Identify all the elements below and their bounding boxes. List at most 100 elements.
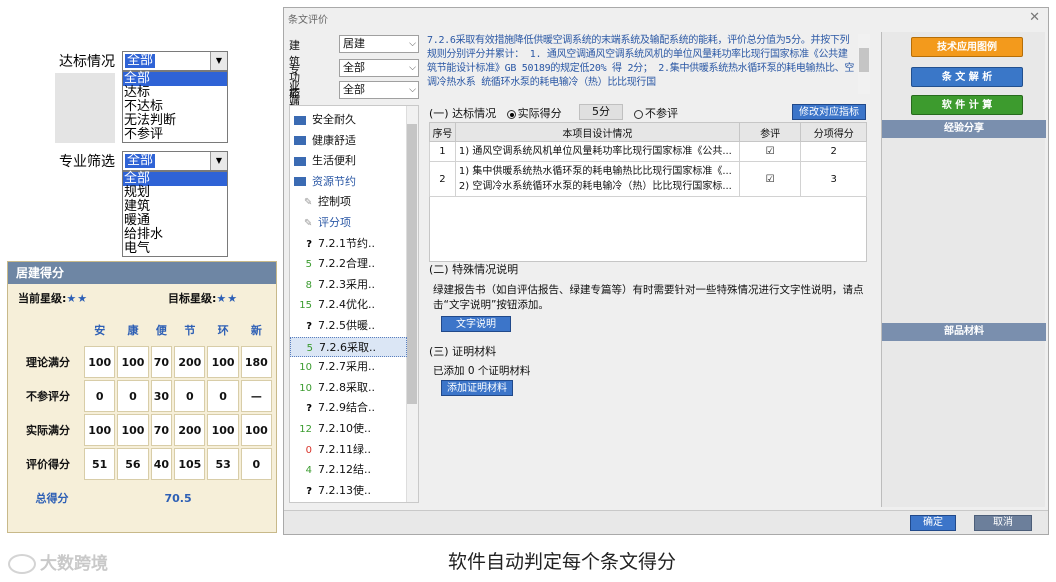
chevron-down-icon[interactable]: ▼ — [210, 52, 227, 70]
participate-checkbox[interactable]: ☑ — [766, 174, 775, 185]
tree-item[interactable]: ✎ 评分项 — [290, 213, 407, 233]
dropdown-option[interactable]: 全部 — [123, 72, 227, 86]
participate-cell: ☑ — [738, 141, 802, 162]
watermark: 大数跨境 — [8, 549, 108, 574]
row-header: 理论满分 — [22, 346, 83, 378]
cancel-button[interactable]: 取消 — [974, 515, 1032, 531]
column-header: 环 — [217, 324, 229, 337]
software-calc-button[interactable]: 软 件 计 算 — [911, 95, 1023, 115]
add-evidence-button[interactable]: 添加证明材料 — [441, 380, 513, 396]
score-cell: 0 — [174, 380, 206, 412]
tech-legend-button[interactable]: 技术应用图例 — [911, 37, 1023, 57]
clause-score: ? — [306, 485, 312, 497]
right-panel: 技术应用图例 条 文 解 析 软 件 计 算 经验分享 部品材料 — [881, 32, 1046, 507]
table-row[interactable]: 1 1) 通风空调系统风机单位风量耗功率比现行国家标准《公共... ☑ 2 — [429, 141, 867, 162]
dropdown-option[interactable]: 暖通 — [123, 214, 227, 228]
dropdown-option[interactable]: 给排水 — [123, 228, 227, 242]
clause-score: ? — [306, 238, 312, 250]
tree-item[interactable]: 0 7.2.11绿.. — [290, 440, 407, 460]
clause-label: 7.2.8采取.. — [318, 380, 375, 394]
tree-item[interactable]: 8 7.2.3采用.. — [290, 275, 407, 295]
building-function-select[interactable]: 居建 ⌵ — [339, 35, 419, 53]
score-cell: 0 — [207, 380, 239, 412]
profession-select[interactable]: 全部 ▼ — [122, 151, 228, 171]
clause-label: 7.2.6采取.. — [319, 340, 376, 354]
tree-item[interactable]: 12 7.2.10使.. — [290, 419, 407, 439]
table-row[interactable]: 2 1) 集中供暖系统热水循环泵的耗电输热比比现行国家标准《... 2) 空调冷水系… — [429, 161, 867, 197]
folder-icon — [294, 136, 306, 146]
item-score: 2 — [800, 141, 867, 162]
table-header: 分项得分 — [800, 122, 867, 142]
dropdown-option[interactable]: 无法判断 — [123, 114, 227, 128]
tree-item[interactable]: 5 7.2.6采取.. — [290, 336, 407, 357]
reach-select[interactable]: 全部 ▼ — [122, 51, 228, 71]
dropdown-option[interactable]: 规划 — [123, 186, 227, 200]
dropdown-option[interactable]: 全部 — [123, 172, 227, 186]
description-scrollbar[interactable] — [858, 34, 870, 94]
reach-filter-select[interactable]: 全部 ⌵ — [339, 81, 419, 99]
design-line: 1) 通风空调系统风机单位风量耗功率比现行国家标准《公共... — [458, 146, 732, 157]
clause-label: 7.2.10使.. — [318, 422, 371, 435]
clause-label: 7.2.13使.. — [318, 483, 371, 497]
tree-item[interactable]: 资源节约 — [290, 172, 407, 192]
tree-item[interactable]: ? 7.2.5供暖.. — [290, 316, 407, 336]
clause-score: 0 — [305, 444, 312, 456]
text-note-button[interactable]: 文字说明 — [441, 316, 511, 332]
close-icon[interactable]: ✕ — [1029, 10, 1040, 25]
clause-score: 12 — [299, 424, 312, 435]
modify-indicator-button[interactable]: 修改对应指标 — [792, 104, 866, 120]
participate-checkbox[interactable]: ☑ — [766, 146, 775, 157]
tree-item[interactable]: ? 7.2.13使.. — [290, 481, 407, 501]
total-value: 70.5 — [84, 482, 272, 514]
tree-item[interactable]: ? 7.2.1节约.. — [290, 234, 407, 254]
clause-score: 10 — [299, 382, 312, 394]
tree-item[interactable]: 15 7.2.4优化.. — [290, 295, 407, 315]
dropdown-option[interactable]: 达标 — [123, 86, 227, 100]
special-description: 绿建报告书（如自评估报告、绿建专篇等）有时需要针对一些特殊情况进行文字性说明，请… — [433, 284, 864, 311]
clause-analysis-button[interactable]: 条 文 解 析 — [911, 67, 1023, 87]
dropdown-option[interactable]: 建筑 — [123, 200, 227, 214]
participate-cell: ☑ — [738, 161, 802, 197]
dropdown-option[interactable]: 不达标 — [123, 100, 227, 114]
dropdown-option[interactable]: 电气 — [123, 242, 227, 256]
row-number: 2 — [429, 161, 456, 197]
tree-item-label: 健康舒适 — [312, 133, 356, 147]
radio-actual-score[interactable] — [506, 109, 516, 119]
actual-score-field[interactable]: 5分 — [579, 104, 623, 120]
tree-item[interactable]: 安全耐久 — [290, 110, 407, 130]
score-row: 实际满分 100 100 70 200 100 100 — [22, 414, 272, 446]
tree-item[interactable]: ? 7.2.9结合.. — [290, 398, 407, 418]
table-header: 序号 — [429, 122, 456, 142]
score-table: 安康便节环新理论满分 100 100 70 200 100 180 不参评分 0 0 30 0 0— 实际… — [20, 314, 274, 516]
tree-scrollbar[interactable] — [406, 106, 418, 502]
tree-item[interactable]: 4 7.2.12结.. — [290, 460, 407, 480]
tree-item[interactable]: 健康舒适 — [290, 131, 407, 151]
design-line: 1) 集中供暖系统热水循环泵的耗电输热比比现行国家标准《... — [458, 166, 732, 177]
scrollbar-thumb[interactable] — [407, 124, 417, 404]
tree-item[interactable]: ✎ 控制项 — [290, 192, 407, 212]
folder-icon — [294, 177, 306, 187]
column-header: 便 — [155, 324, 167, 337]
table-header: 参评 — [738, 122, 802, 142]
tree-item[interactable]: 10 7.2.7采用.. — [290, 357, 407, 377]
column-header: 康 — [127, 324, 139, 337]
profession-filter-select[interactable]: 全部 ⌵ — [339, 59, 419, 77]
score-cell: 0 — [84, 380, 116, 412]
radio-not-evaluated[interactable] — [634, 109, 643, 119]
clause-evaluation-dialog: 条文评价 ✕ 建筑功能 居建⌵ 专业筛选 全部⌵ 达标情况 全部⌵ 安全耐久健康… — [283, 7, 1049, 535]
clause-label: 7.2.12结.. — [318, 463, 371, 477]
reach-selected: 全部 — [125, 53, 156, 68]
score-cell: 100 — [117, 346, 149, 378]
tree-item[interactable]: 生活便利 — [290, 151, 407, 171]
scrollbar-thumb[interactable] — [859, 48, 869, 72]
tree-item[interactable]: 5 7.2.2合理.. — [290, 254, 407, 274]
current-stars: ★★ — [66, 292, 89, 305]
chevron-down-icon[interactable]: ▼ — [210, 152, 227, 170]
score-cell: 100 — [207, 414, 239, 446]
column-header: 安 — [94, 324, 106, 337]
dropdown-option[interactable]: 不参评 — [123, 128, 227, 142]
ok-button[interactable]: 确定 — [910, 515, 956, 531]
score-cell: 51 — [84, 448, 116, 480]
clause-score: 5 — [306, 342, 313, 354]
tree-item[interactable]: 10 7.2.8采取.. — [290, 378, 407, 398]
